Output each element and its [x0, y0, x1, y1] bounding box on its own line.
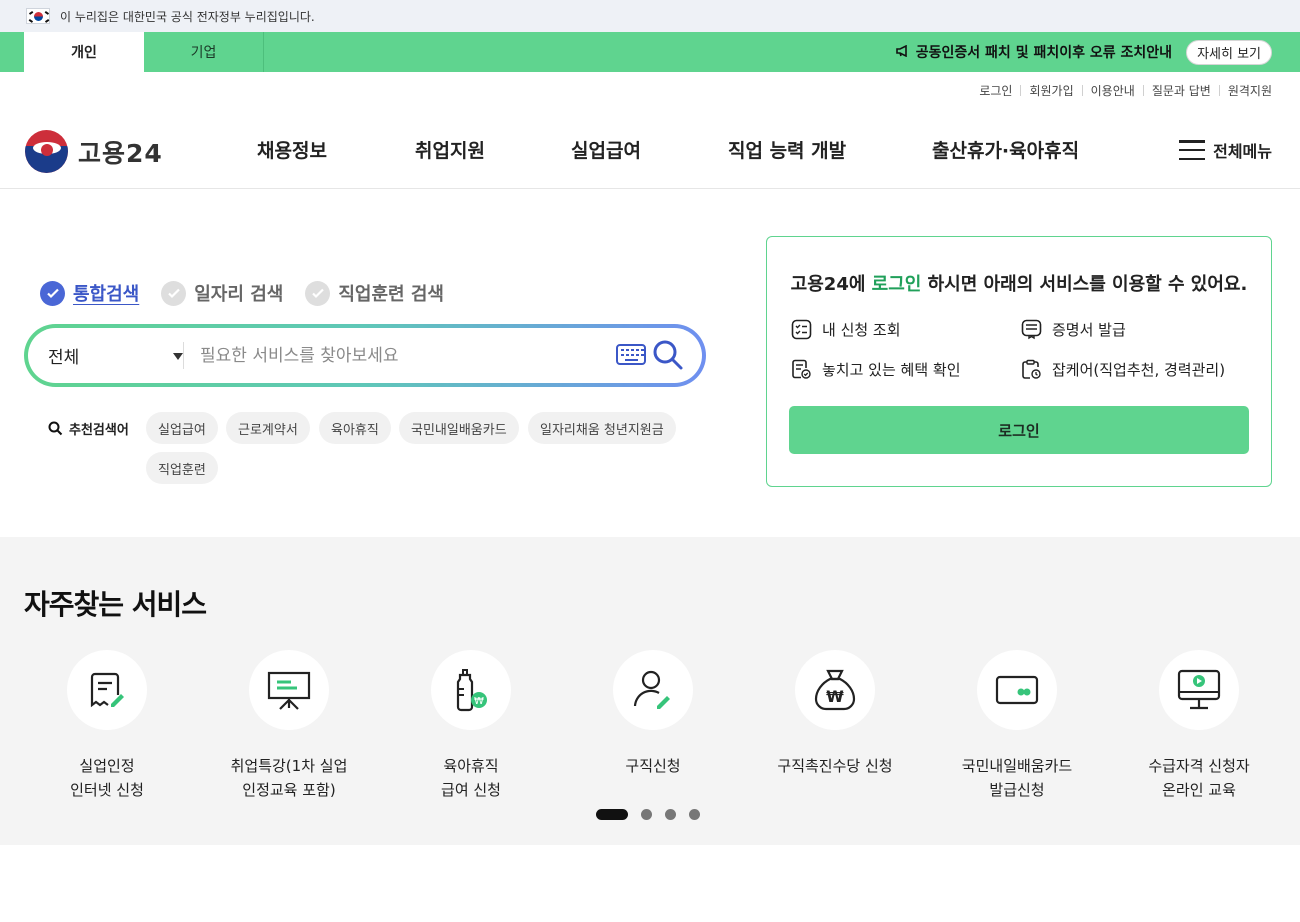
login-service-certificate: 증명서 발급: [1021, 319, 1126, 340]
tab-personal[interactable]: 개인: [24, 32, 144, 72]
login-service-jobcare: 잡케어(직업추천, 경력관리): [1021, 359, 1225, 380]
gnb-item-vocational-training[interactable]: 직업 능력 개발: [728, 136, 846, 163]
all-menu-label: 전체메뉴: [1213, 142, 1272, 161]
card-icon: [977, 650, 1057, 730]
search-type-label: 통합검색: [73, 284, 140, 305]
all-menu-button[interactable]: 전체메뉴: [1179, 138, 1272, 162]
check-circle-icon: [161, 280, 187, 306]
service-parental-leave-benefit[interactable]: ₩ 육아휴직 급여 신청: [381, 650, 561, 802]
qna-link[interactable]: 질문과 답변: [1152, 82, 1211, 99]
service-job-application[interactable]: 구직신청: [563, 650, 743, 778]
notice-detail-button[interactable]: 자세히 보기: [1186, 40, 1272, 65]
signup-link[interactable]: 회원가입: [1029, 82, 1073, 99]
search-category-value: 전체: [48, 348, 80, 368]
document-edit-icon: [67, 650, 147, 730]
login-button[interactable]: 로그인: [789, 406, 1249, 454]
recommended-label: 추천검색어: [48, 419, 129, 438]
carousel-dot[interactable]: [641, 809, 652, 820]
logo-text: 고용24: [78, 138, 163, 168]
carousel-pagination: [596, 809, 713, 820]
login-link[interactable]: 로그인: [979, 82, 1012, 99]
virtual-keyboard-icon[interactable]: [616, 344, 646, 365]
search-icon: [48, 421, 63, 436]
korean-flag-icon: [26, 8, 50, 24]
gov-banner-text: 이 누리집은 대한민국 공식 전자정부 누리집입니다.: [60, 9, 315, 24]
notice[interactable]: 공동인증서 패치 및 패치이후 오류 조치안내: [895, 32, 1172, 72]
search-type-label: 직업훈련 검색: [338, 284, 444, 305]
search-box: 전체: [24, 324, 706, 387]
svg-text:₩: ₩: [474, 696, 484, 707]
person-edit-icon: [613, 650, 693, 730]
search-type-label: 일자리 검색: [194, 284, 284, 305]
certificate-icon: [1021, 319, 1042, 340]
recommended-label-text: 추천검색어: [69, 423, 129, 438]
svg-text:₩: ₩: [826, 687, 844, 706]
search-type-jobs[interactable]: 일자리 검색: [161, 280, 283, 306]
megaphone-icon: [895, 44, 910, 60]
gnb-item-parental-leave[interactable]: 출산휴가·육아휴직: [932, 136, 1079, 163]
utility-links: 로그인 회원가입 이용안내 질문과 답변 원격지원: [979, 82, 1272, 99]
gnb-item-unemployment-benefits[interactable]: 실업급여: [571, 136, 641, 163]
search-input[interactable]: [200, 338, 600, 373]
guide-link[interactable]: 이용안내: [1091, 82, 1135, 99]
check-circle-icon: [40, 280, 65, 306]
keyword-chip[interactable]: 근로계약서: [226, 412, 310, 444]
login-service-my-applications: 내 신청 조회: [791, 319, 901, 340]
remote-support-link[interactable]: 원격지원: [1228, 82, 1272, 99]
search-type-training[interactable]: 직업훈련 검색: [305, 280, 444, 306]
clipboard-clock-icon: [1022, 359, 1041, 379]
hamburger-icon: [1179, 140, 1206, 160]
carousel-dot[interactable]: [596, 809, 628, 820]
check-circle-icon: [305, 280, 331, 306]
checklist-icon: [791, 319, 812, 340]
login-card-title: 고용24에 로그인 하시면 아래의 서비스를 이용할 수 있어요.: [790, 274, 1248, 295]
keyword-chip[interactable]: 육아휴직: [319, 412, 391, 444]
money-bag-icon: ₩: [795, 650, 875, 730]
keyword-chip[interactable]: 직업훈련: [146, 452, 218, 484]
carousel-dot[interactable]: [689, 809, 700, 820]
presentation-board-icon: [249, 650, 329, 730]
search-icon[interactable]: [652, 339, 684, 371]
document-check-icon: [792, 359, 811, 379]
site-logo[interactable]: 고용24: [25, 130, 163, 173]
service-online-education[interactable]: 수급자격 신청자 온라인 교육: [1109, 650, 1289, 802]
logo-emblem-icon: [25, 130, 68, 173]
gnb-item-employment-support[interactable]: 취업지원: [415, 136, 485, 163]
service-job-seeking-allowance[interactable]: ₩ 구직촉진수당 신청: [745, 650, 925, 778]
keyword-chip[interactable]: 국민내일배움카드: [399, 412, 519, 444]
login-card: 고용24에 로그인 하시면 아래의 서비스를 이용할 수 있어요. 내 신청 조…: [766, 236, 1272, 487]
gnb-item-jobs[interactable]: 채용정보: [257, 136, 327, 163]
login-service-benefits: 놓치고 있는 혜택 확인: [791, 359, 961, 380]
carousel-dot[interactable]: [665, 809, 676, 820]
tab-business[interactable]: 기업: [144, 32, 264, 72]
search-type-group: 통합검색 일자리 검색 직업훈련 검색: [40, 280, 466, 306]
caret-down-icon: [173, 353, 183, 360]
search-category-select[interactable]: 전체: [48, 328, 183, 383]
header-divider: [0, 188, 1300, 189]
frequent-services-section: 자주찾는 서비스 실업인정 인터넷 신청 취업특강(1차 실업 인정교육 포함)…: [0, 537, 1300, 845]
notice-text: 공동인증서 패치 및 패치이후 오류 조치안내: [915, 45, 1172, 61]
service-employment-lecture[interactable]: 취업특강(1차 실업 인정교육 포함): [199, 650, 379, 802]
gov-banner: 이 누리집은 대한민국 공식 전자정부 누리집입니다.: [0, 0, 1300, 32]
service-unemployment-recognition[interactable]: 실업인정 인터넷 신청: [17, 650, 197, 802]
monitor-play-icon: [1159, 650, 1239, 730]
search-type-integrated[interactable]: 통합검색: [40, 280, 139, 306]
top-bar: 개인 기업 공동인증서 패치 및 패치이후 오류 조치안내 자세히 보기: [0, 32, 1300, 72]
service-national-training-card[interactable]: 국민내일배움카드 발급신청: [927, 650, 1107, 802]
baby-bottle-icon: ₩: [431, 650, 511, 730]
keyword-chip[interactable]: 실업급여: [146, 412, 218, 444]
section-title: 자주찾는 서비스: [24, 588, 207, 621]
keyword-chip[interactable]: 일자리채움 청년지원금: [528, 412, 676, 444]
